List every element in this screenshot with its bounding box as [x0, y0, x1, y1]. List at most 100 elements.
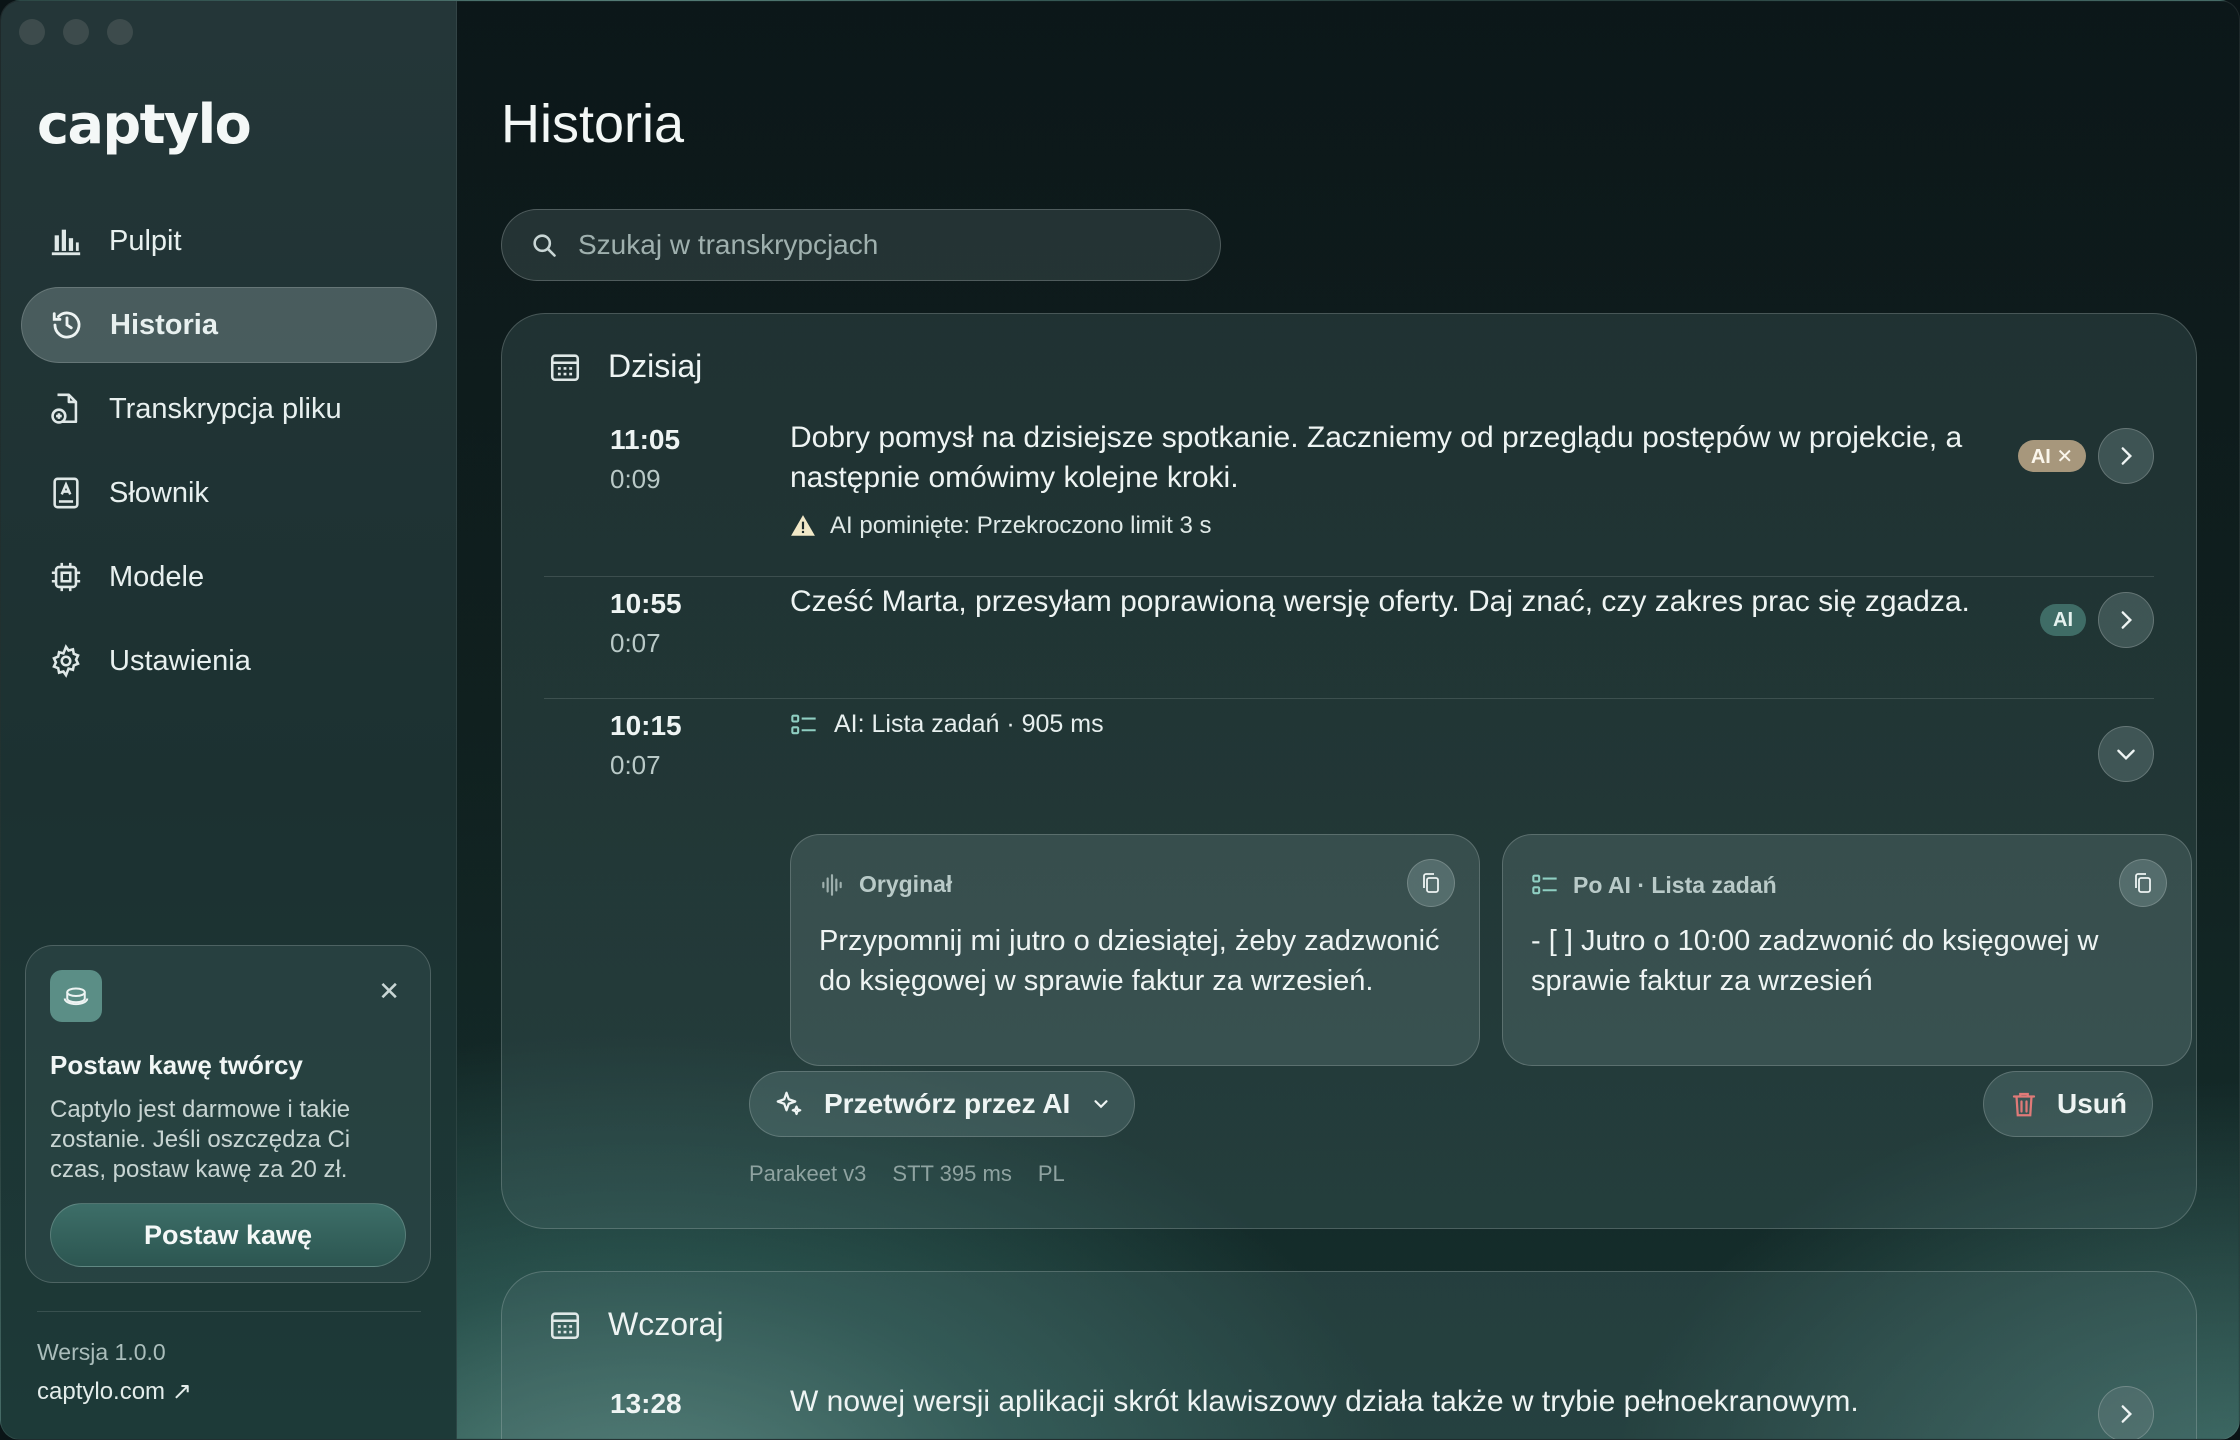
- ai-badge: AI: [2040, 604, 2086, 636]
- panel-header: Po AI · Lista zadań: [1531, 871, 1777, 899]
- processed-text: - [ ] Jutro o 10:00 zadzwonić do księgow…: [1531, 925, 2099, 997]
- ai-skipped-badge: AI ✕: [2018, 440, 2086, 472]
- chevron-down-icon: [1094, 1100, 1108, 1109]
- close-icon[interactable]: ✕: [378, 976, 400, 1007]
- waveform-icon: [822, 873, 842, 896]
- history-entry[interactable]: 13:28 W nowej wersji aplikacji skrót kla…: [544, 1385, 2154, 1439]
- button-label: Przetwórz przez AI: [824, 1088, 1071, 1119]
- entry-duration: 0:07: [610, 628, 661, 658]
- entry-text: Dobry pomysł na dzisiejsze spotkanie. Za…: [790, 421, 1963, 494]
- sidebar-item-label: Modele: [109, 560, 205, 593]
- buy-coffee-button[interactable]: Postaw kawę: [50, 1203, 406, 1267]
- day-group-yesterday: Wczoraj 13:28 W nowej wersji aplikacji s…: [501, 1271, 2197, 1439]
- page-title: Historia: [501, 94, 685, 154]
- entry-text: W nowej wersji aplikacji skrót klawiszow…: [790, 1385, 1859, 1418]
- sidebar-item-label: Transkrypcja pliku: [109, 392, 342, 425]
- delete-button[interactable]: Usuń: [1983, 1071, 2153, 1137]
- day-label: Dzisiaj: [608, 348, 703, 384]
- copy-icon: [2135, 873, 2151, 893]
- app-window: captylo Pulpit Historia Transkrypcja pli…: [0, 0, 2240, 1440]
- dictionary-icon: [53, 477, 79, 509]
- search-icon: [533, 234, 556, 257]
- sidebar-item-transkrypcja[interactable]: Transkrypcja pliku: [21, 371, 437, 447]
- model-name: Parakeet v3: [749, 1161, 867, 1186]
- copy-icon: [1423, 873, 1439, 893]
- button-label: Usuń: [2057, 1088, 2127, 1119]
- sidebar: captylo Pulpit Historia Transkrypcja pli…: [1, 1, 457, 1439]
- day-label: Wczoraj: [608, 1306, 724, 1342]
- task-list-icon: [1532, 874, 1557, 895]
- original-text: Przypomnij mi jutro o dziesiątej, żeby z…: [819, 925, 1440, 997]
- calendar-icon: [550, 353, 580, 381]
- panel-title: Po AI · Lista zadań: [1573, 871, 1777, 898]
- search-input[interactable]: [578, 229, 1178, 261]
- history-entry[interactable]: 10:55 0:07 Cześć Marta, przesyłam popraw…: [544, 585, 2154, 710]
- promo-title: Postaw kawę twórcy: [50, 1050, 303, 1080]
- sidebar-item-label: Słownik: [109, 476, 209, 509]
- open-entry-button[interactable]: [2098, 1386, 2154, 1439]
- sidebar-item-historia[interactable]: Historia: [21, 287, 437, 363]
- entry-text: Cześć Marta, przesyłam poprawioną wersję…: [790, 585, 1970, 618]
- open-entry-button[interactable]: [2098, 592, 2154, 648]
- warning-text: AI pominięte: Przekroczono limit 3 s: [830, 512, 1212, 539]
- sidebar-item-label: Pulpit: [109, 224, 182, 257]
- sidebar-item-modele[interactable]: Modele: [21, 539, 437, 615]
- trash-icon: [2012, 1092, 2036, 1117]
- divider: [37, 1311, 421, 1312]
- entry-duration: 0:07: [610, 750, 661, 780]
- warning-icon: [791, 515, 815, 536]
- sidebar-nav: Pulpit Historia Transkrypcja pliku Słown…: [21, 203, 437, 707]
- day-header: Wczoraj: [548, 1306, 724, 1343]
- calendar-icon: [550, 1311, 580, 1339]
- sidebar-item-label: Ustawienia: [109, 644, 251, 677]
- chip-icon: [51, 562, 81, 592]
- zoom-window-button[interactable]: [107, 19, 133, 45]
- history-icon: [52, 311, 81, 339]
- minimize-window-button[interactable]: [63, 19, 89, 45]
- file-add-icon: [51, 393, 78, 424]
- divider: [544, 576, 2154, 577]
- panel-title: Oryginał: [859, 871, 953, 897]
- chevron-right-icon: [2121, 1405, 2133, 1423]
- window-controls: [19, 19, 133, 45]
- original-text-panel: Oryginał Przypomnij mi jutro o dziesiąte…: [790, 834, 1480, 1066]
- entry-time: 13:28: [610, 1388, 682, 1419]
- ai-mode-label: AI: Lista zadań · 905 ms: [790, 710, 1104, 739]
- entry-time: 10:55: [610, 588, 682, 619]
- open-entry-button[interactable]: [2098, 428, 2154, 484]
- transcription-meta: Parakeet v3 STT 395 ms PL: [749, 1161, 1065, 1187]
- close-window-button[interactable]: [19, 19, 45, 45]
- app-version: Wersja 1.0.0: [37, 1339, 166, 1365]
- sidebar-item-slownik[interactable]: Słownik: [21, 455, 437, 531]
- stt-time: STT 395 ms: [892, 1161, 1012, 1186]
- divider: [544, 698, 2154, 699]
- ai-skipped-warning: AI pominięte: Przekroczono limit 3 s: [790, 512, 1211, 540]
- search-bar[interactable]: [501, 209, 1221, 281]
- language-code: PL: [1037, 1161, 1065, 1186]
- entry-time: 10:15: [610, 710, 682, 741]
- history-entry[interactable]: 11:05 0:09 Dobry pomysł na dzisiejsze sp…: [544, 421, 2154, 604]
- chevron-right-icon: [2121, 611, 2133, 629]
- website-link[interactable]: captylo.com ↗: [37, 1377, 192, 1406]
- panel-header: Oryginał: [819, 871, 952, 898]
- copy-original-button[interactable]: [1407, 859, 1455, 907]
- day-header: Dzisiaj: [548, 348, 702, 385]
- coffee-promo-card: ✕ Postaw kawę twórcy Captylo jest darmow…: [25, 945, 431, 1283]
- entry-duration: 0:09: [610, 464, 661, 494]
- collapse-entry-button[interactable]: [2098, 726, 2154, 782]
- entry-time: 11:05: [610, 424, 681, 455]
- sidebar-item-pulpit[interactable]: Pulpit: [21, 203, 437, 279]
- sidebar-item-ustawienia[interactable]: Ustawienia: [21, 623, 437, 699]
- promo-text: Captylo jest darmowe i takie zostanie. J…: [50, 1096, 351, 1183]
- processed-text-panel: Po AI · Lista zadań - [ ] Jutro o 10:00 …: [1502, 834, 2192, 1066]
- app-logo: captylo: [37, 93, 252, 156]
- chevron-right-icon: [2121, 447, 2133, 465]
- chevron-down-icon: [2117, 749, 2135, 761]
- chart-bars-icon: [51, 229, 81, 256]
- ai-mode-text: AI: Lista zadań · 905 ms: [834, 710, 1104, 738]
- sidebar-item-label: Historia: [110, 308, 218, 341]
- process-with-ai-button[interactable]: Przetwórz przez AI: [749, 1071, 1135, 1137]
- copy-processed-button[interactable]: [2119, 859, 2167, 907]
- coffee-cup-icon: [50, 970, 102, 1022]
- task-list-icon: [791, 714, 816, 734]
